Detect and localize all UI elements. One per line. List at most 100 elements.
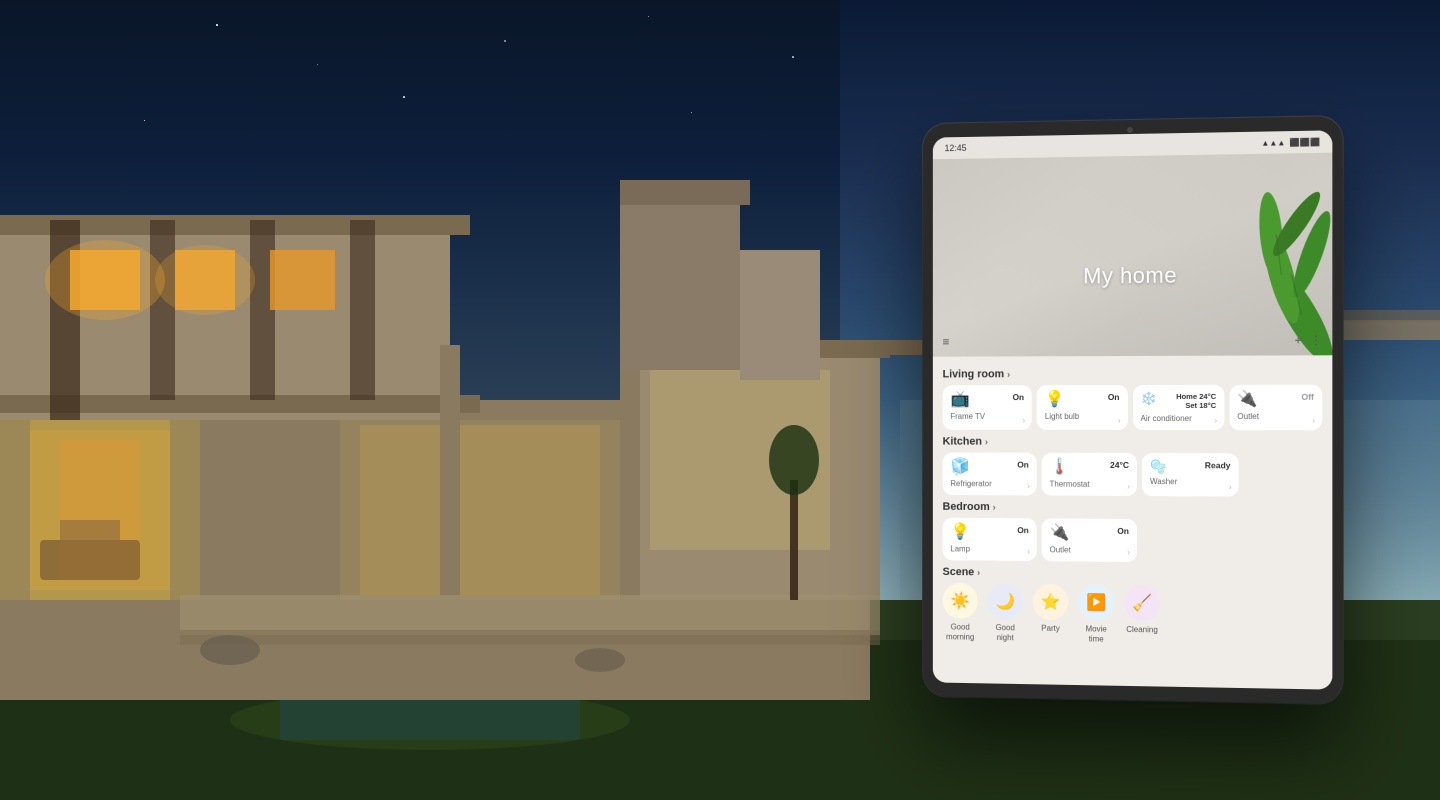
- lamp-chevron: ›: [1027, 547, 1030, 556]
- toolbar-right[interactable]: + ⋮: [1295, 333, 1323, 347]
- scene-good-night[interactable]: 🌙 Goodnight: [988, 583, 1023, 642]
- scene-chevron: ›: [977, 567, 980, 577]
- scene-cleaning[interactable]: 🧹 Cleaning: [1124, 585, 1160, 645]
- kitchen-chevron: ›: [985, 437, 988, 447]
- fridge-name: Refrigerator: [950, 479, 1028, 488]
- living-room-devices: 📺 On Frame TV › 💡 On Light bulb ›: [943, 385, 1323, 431]
- party-circle: ⭐: [1033, 584, 1069, 620]
- outlet-bed-name: Outlet: [1050, 545, 1129, 555]
- therm-chevron: ›: [1127, 482, 1130, 491]
- section-living-room[interactable]: Living room ›: [943, 367, 1323, 380]
- time-display: 12:45: [945, 143, 967, 153]
- bulb-status: On: [1108, 392, 1120, 402]
- cleaning-label: Cleaning: [1126, 625, 1158, 635]
- battery-icon: ⬛⬛⬛: [1290, 137, 1321, 147]
- tv-chevron: ›: [1022, 416, 1025, 425]
- tablet-camera: [1127, 127, 1133, 133]
- therm-card-top: 🌡️ 24°C: [1050, 460, 1129, 476]
- bulb-name: Light bulb: [1045, 412, 1120, 421]
- ac-name: Air conditioner: [1140, 414, 1216, 423]
- washer-chevron: ›: [1229, 482, 1232, 491]
- bedroom-label: Bedroom: [943, 501, 990, 513]
- therm-name: Thermostat: [1050, 480, 1129, 489]
- ac-chevron: ›: [1214, 416, 1217, 425]
- status-right: ▲▲▲ ⬛⬛⬛: [1261, 137, 1320, 147]
- status-left: 12:45: [945, 143, 967, 153]
- outlet-name: Outlet: [1237, 412, 1314, 421]
- ac-status: Home 24°CSet 18°C: [1176, 392, 1216, 410]
- washer-icon: 🫧: [1150, 460, 1166, 473]
- cleaning-icon: 🧹: [1132, 593, 1152, 613]
- bedroom-chevron: ›: [993, 502, 996, 512]
- therm-status: 24°C: [1110, 460, 1129, 470]
- add-icon[interactable]: +: [1295, 333, 1302, 347]
- device-card-top-4: 🔌 Off: [1237, 392, 1314, 408]
- tv-name: Frame TV: [950, 412, 1024, 421]
- outlet-icon: 🔌: [1237, 392, 1257, 408]
- party-icon: ⭐: [1041, 592, 1061, 612]
- scene-good-morning[interactable]: ☀️ Goodmorning: [943, 583, 978, 642]
- living-room-chevron: ›: [1007, 369, 1010, 379]
- device-card-lamp[interactable]: 💡 On Lamp ›: [943, 518, 1037, 561]
- kitchen-label: Kitchen: [943, 436, 982, 448]
- outlet-status: Off: [1301, 392, 1314, 402]
- device-card-top: 📺 On: [950, 392, 1024, 408]
- living-room-label: Living room: [943, 368, 1005, 380]
- party-label: Party: [1041, 624, 1059, 634]
- scene-party[interactable]: ⭐ Party: [1033, 584, 1069, 643]
- device-card-top-3: ❄️ Home 24°CSet 18°C: [1140, 392, 1216, 410]
- cleaning-circle: 🧹: [1124, 585, 1160, 621]
- movie-icon: ▶️: [1086, 592, 1106, 612]
- outlet-chevron: ›: [1312, 416, 1315, 425]
- header-toolbar: ≡ + ⋮: [933, 333, 1333, 349]
- section-bedroom[interactable]: Bedroom ›: [943, 501, 1323, 515]
- fridge-status: On: [1017, 460, 1029, 470]
- good-night-label: Goodnight: [996, 623, 1015, 642]
- lamp-name: Lamp: [950, 544, 1028, 554]
- device-card-top-2: 💡 On: [1045, 392, 1120, 408]
- good-morning-label: Goodmorning: [946, 622, 974, 641]
- good-night-circle: 🌙: [988, 583, 1023, 619]
- lamp-icon: 💡: [950, 525, 969, 541]
- device-card-ac[interactable]: ❄️ Home 24°CSet 18°C Air conditioner ›: [1132, 385, 1224, 430]
- tablet-device: 12:45 ▲▲▲ ⬛⬛⬛: [923, 116, 1343, 704]
- bedroom-devices: 💡 On Lamp › 🔌 On Outlet ›: [943, 518, 1323, 564]
- scene-movie-time[interactable]: ▶️ Movietime: [1078, 584, 1114, 644]
- kitchen-devices: 🧊 On Refrigerator › 🌡️ 24°C Thermostat ›: [943, 452, 1323, 497]
- fridge-card-top: 🧊 On: [950, 459, 1028, 475]
- wifi-icon: ▲▲▲: [1261, 138, 1285, 148]
- outlet-bed-icon: 🔌: [1050, 525, 1070, 541]
- lamp-status: On: [1017, 525, 1029, 535]
- toolbar-left[interactable]: ≡: [943, 335, 950, 349]
- movie-circle: ▶️: [1078, 584, 1114, 620]
- device-card-washer[interactable]: 🫧 Ready Washer ›: [1142, 453, 1239, 497]
- scene-items: ☀️ Goodmorning 🌙 Goodnight ⭐ Party: [943, 583, 1323, 647]
- thermostat-icon: 🌡️: [1050, 460, 1070, 476]
- tv-icon: 📺: [950, 392, 969, 408]
- washer-card-top: 🫧 Ready: [1150, 460, 1231, 473]
- tablet-screen: 12:45 ▲▲▲ ⬛⬛⬛: [933, 130, 1333, 689]
- outlet-bed-status: On: [1117, 526, 1129, 536]
- more-icon[interactable]: ⋮: [1310, 333, 1322, 347]
- device-card-thermostat[interactable]: 🌡️ 24°C Thermostat ›: [1042, 453, 1137, 496]
- washer-name: Washer: [1150, 477, 1231, 486]
- good-night-icon: 🌙: [995, 591, 1015, 611]
- device-card-outlet-lr[interactable]: 🔌 Off Outlet ›: [1229, 385, 1322, 431]
- device-card-frame-tv[interactable]: 📺 On Frame TV ›: [943, 385, 1032, 430]
- device-card-light-bulb[interactable]: 💡 On Light bulb ›: [1037, 385, 1128, 430]
- app-header: ≡ + ⋮ My home: [933, 153, 1333, 357]
- good-morning-icon: ☀️: [950, 591, 969, 611]
- section-kitchen[interactable]: Kitchen ›: [943, 436, 1323, 449]
- menu-icon[interactable]: ≡: [943, 335, 950, 349]
- device-card-refrigerator[interactable]: 🧊 On Refrigerator ›: [943, 452, 1037, 495]
- plant-svg: [1200, 173, 1332, 356]
- fridge-chevron: ›: [1027, 482, 1030, 491]
- section-scene[interactable]: Scene ›: [943, 566, 1323, 582]
- ac-icon: ❄️: [1140, 392, 1156, 405]
- scene-label: Scene: [943, 566, 975, 578]
- device-card-outlet-bed[interactable]: 🔌 On Outlet ›: [1042, 518, 1137, 562]
- washer-status: Ready: [1205, 460, 1231, 470]
- fridge-icon: 🧊: [950, 459, 969, 475]
- bulb-chevron: ›: [1118, 416, 1121, 425]
- smart-home-content[interactable]: Living room › 📺 On Frame TV › 💡: [933, 355, 1333, 689]
